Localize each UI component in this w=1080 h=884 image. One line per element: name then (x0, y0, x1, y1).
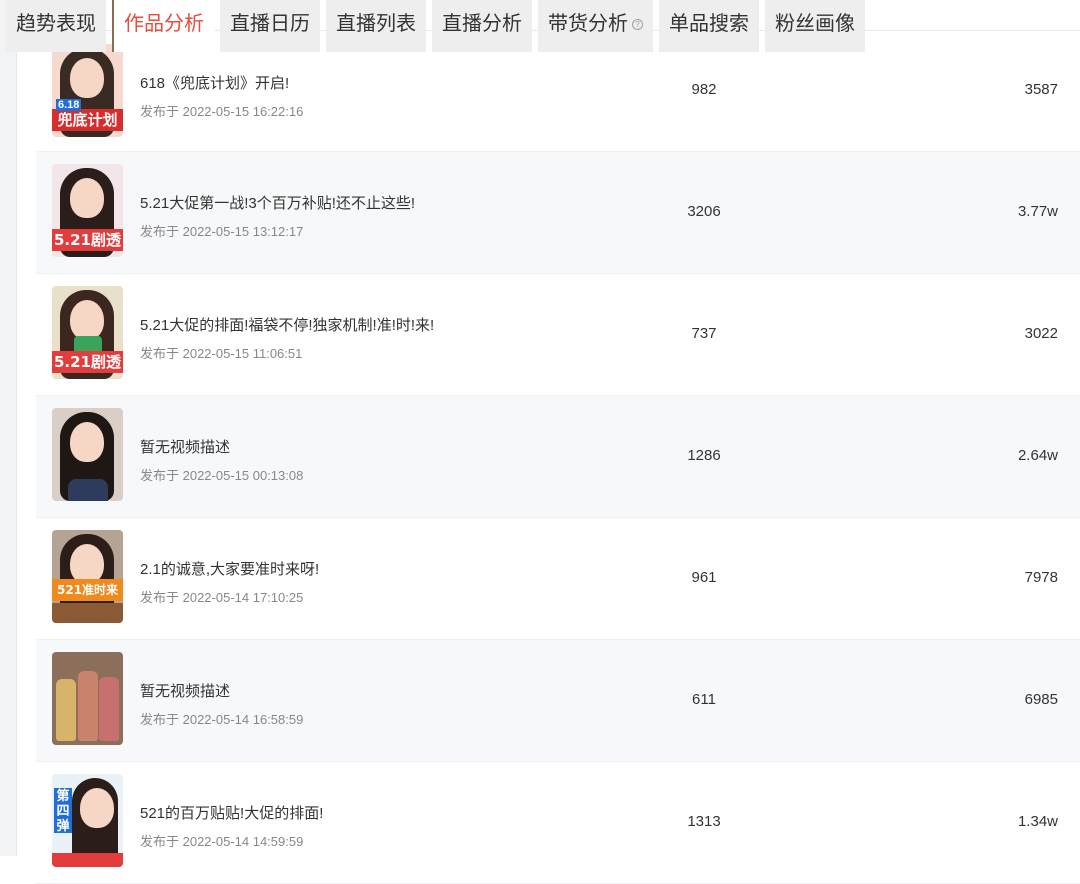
video-title[interactable]: 5.21大促的排面!福袋不停!独家机制!准!时!来! (140, 314, 434, 335)
thumbnail-caption: 5.21剧透 (52, 229, 123, 251)
video-metric-1: 3206 (687, 203, 721, 220)
video-metric-1: 961 (691, 569, 717, 586)
video-info: 5.21大促第一战!3个百万补贴!还不止这些! 发布于 2022-05-15 1… (140, 192, 415, 240)
video-metric-2: 3022 (1024, 325, 1058, 342)
video-row[interactable]: 521准时来 2.1的诚意,大家要准时来呀! 发布于 2022-05-14 17… (36, 518, 1080, 640)
tab-label: 单品搜索 (669, 13, 749, 35)
video-title[interactable]: 暂无视频描述 (140, 680, 303, 701)
tab-product-search[interactable]: 单品搜索 (659, 0, 759, 52)
video-date: 发布于 2022-05-14 17:10:25 (140, 590, 304, 605)
video-title[interactable]: 521的百万贴贴!大促的排面! (140, 802, 323, 823)
tab-fan-profile[interactable]: 粉丝画像 (765, 0, 865, 52)
video-metric-2: 3587 (1024, 81, 1058, 98)
tab-label: 直播分析 (442, 13, 522, 35)
video-date: 发布于 2022-05-15 16:22:16 (140, 104, 304, 119)
video-info: 521的百万贴贴!大促的排面! 发布于 2022-05-14 14:59:59 (140, 802, 323, 850)
video-thumbnail[interactable]: 5.21剧透 (52, 164, 123, 257)
video-metric-1: 1286 (687, 447, 721, 464)
tab-live-calendar[interactable]: 直播日历 (220, 0, 320, 52)
tab-trend[interactable]: 趋势表现 (6, 0, 106, 52)
video-metric-2: 3.77w (1017, 203, 1058, 220)
video-date: 发布于 2022-05-15 13:12:17 (140, 224, 304, 239)
video-title[interactable]: 618《兜底计划》开启! (140, 72, 303, 93)
video-list: 兜底计划 6.18 618《兜底计划》开启! 发布于 2022-05-15 16… (36, 30, 1080, 884)
thumbnail-subcaption: 6.18 (56, 99, 82, 111)
video-date: 发布于 2022-05-15 00:13:08 (140, 468, 304, 483)
help-icon[interactable]: ? (632, 19, 643, 31)
tab-label: 直播列表 (336, 13, 416, 35)
video-thumbnail[interactable] (52, 652, 123, 745)
thumbnail-caption: 兜底计划 (52, 109, 123, 131)
video-thumbnail[interactable]: 521准时来 (52, 530, 123, 623)
video-title[interactable]: 5.21大促第一战!3个百万补贴!还不止这些! (140, 192, 415, 213)
tab-label: 直播日历 (230, 13, 310, 35)
tab-sales-analysis[interactable]: 带货分析? (538, 0, 653, 52)
video-row[interactable]: 暂无视频描述 发布于 2022-05-15 00:13:08 1286 2.64… (36, 396, 1080, 518)
tab-label: 趋势表现 (16, 13, 96, 35)
tab-works-analysis[interactable]: 作品分析 (112, 0, 214, 52)
video-date: 发布于 2022-05-14 16:58:59 (140, 712, 304, 727)
video-thumbnail[interactable]: 兜底计划 6.18 (52, 44, 123, 137)
tab-live-analysis[interactable]: 直播分析 (432, 0, 532, 52)
video-info: 2.1的诚意,大家要准时来呀! 发布于 2022-05-14 17:10:25 (140, 558, 319, 606)
video-title[interactable]: 暂无视频描述 (140, 436, 303, 457)
video-row[interactable]: 暂无视频描述 发布于 2022-05-14 16:58:59 611 6985 (36, 640, 1080, 762)
tab-label: 粉丝画像 (775, 13, 855, 35)
product-bottles-image (56, 662, 119, 741)
video-info: 暂无视频描述 发布于 2022-05-15 00:13:08 (140, 436, 303, 484)
tab-live-list[interactable]: 直播列表 (326, 0, 426, 52)
video-info: 5.21大促的排面!福袋不停!独家机制!准!时!来! 发布于 2022-05-1… (140, 314, 434, 362)
thumbnail-caption: 521准时来 (52, 579, 123, 601)
video-info: 暂无视频描述 发布于 2022-05-14 16:58:59 (140, 680, 303, 728)
video-title[interactable]: 2.1的诚意,大家要准时来呀! (140, 558, 319, 579)
video-row[interactable]: 5.21剧透 5.21大促的排面!福袋不停!独家机制!准!时!来! 发布于 20… (36, 274, 1080, 396)
video-info: 618《兜底计划》开启! 发布于 2022-05-15 16:22:16 (140, 72, 303, 120)
video-date: 发布于 2022-05-15 11:06:51 (140, 346, 303, 361)
tab-label: 带货分析 (548, 13, 628, 35)
video-metric-1: 982 (691, 81, 717, 98)
thumbnail-caption: 5.21剧透 (52, 351, 123, 373)
video-row[interactable]: 第四弹 521的百万贴贴!大促的排面! 发布于 2022-05-14 14:59… (36, 762, 1080, 884)
video-thumbnail[interactable]: 5.21剧透 (52, 286, 123, 379)
video-thumbnail[interactable] (52, 408, 123, 501)
video-metric-1: 611 (692, 691, 716, 708)
video-thumbnail[interactable]: 第四弹 (52, 774, 123, 867)
left-gutter (0, 0, 17, 856)
video-metric-2: 6985 (1024, 691, 1058, 708)
analysis-tabs: 趋势表现 作品分析 直播日历 直播列表 直播分析 带货分析? 单品搜索 粉丝画像 (6, 0, 865, 52)
video-metric-1: 737 (691, 325, 717, 342)
thumbnail-caption: 第四弹 (54, 788, 72, 833)
video-metric-1: 1313 (687, 813, 721, 830)
tab-label: 作品分析 (124, 13, 204, 35)
video-row[interactable]: 5.21剧透 5.21大促第一战!3个百万补贴!还不止这些! 发布于 2022-… (36, 152, 1080, 274)
video-metric-2: 1.34w (1017, 813, 1058, 830)
video-metric-2: 2.64w (1017, 447, 1058, 464)
video-date: 发布于 2022-05-14 14:59:59 (140, 834, 304, 849)
video-metric-2: 7978 (1024, 569, 1058, 586)
